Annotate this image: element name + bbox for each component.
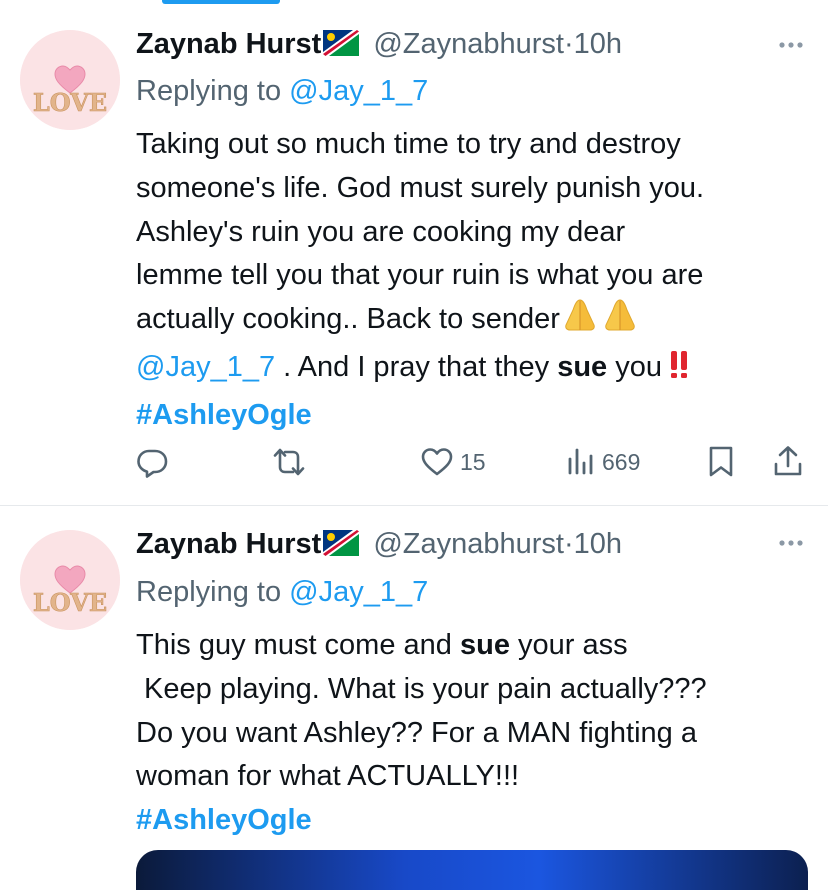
tweet-header: Zaynab Hurst @Zaynabhurst·10h [136, 24, 622, 64]
tweet-text-segment: This guy must come and [136, 629, 460, 661]
bold-word: sue [459, 629, 510, 661]
tweet-text-line: actually cooking.. Back to sender [136, 298, 816, 346]
heart-icon [420, 446, 454, 478]
reply-icon [136, 446, 168, 478]
repost-button[interactable] [272, 440, 312, 484]
like-button[interactable]: 15 [420, 440, 486, 484]
author-name[interactable]: Zaynab Hurst [136, 528, 321, 560]
separator-dot: · [563, 28, 574, 60]
tweet-text-line: Keep playing. What is your pain actually… [136, 672, 707, 705]
reply-mention-link[interactable]: @Jay_1_7 [289, 75, 428, 107]
namibia-flag-icon [323, 527, 360, 567]
tweet-text: This guy must come and sue your ass Keep… [136, 624, 816, 843]
tweet-text-segment: you [607, 350, 663, 383]
replying-to: Replying to @Jay_1_7 [136, 572, 428, 612]
mention-link[interactable]: @Jay_1_7 [136, 351, 275, 383]
tweet-text-line: @Jay_1_7 . And I pray that they sue you [136, 346, 816, 394]
share-icon [772, 445, 804, 479]
tweet-text-line: someone's life. God must surely punish y… [136, 171, 705, 204]
reply-button[interactable] [136, 440, 174, 484]
tweet-text-line: Taking out so much time to try and destr… [136, 128, 681, 160]
views-icon [566, 446, 596, 478]
author-handle[interactable]: @Zaynabhurst [373, 28, 564, 60]
tweet-header: Zaynab Hurst @Zaynabhurst·10h [136, 524, 622, 564]
tweet-text: Taking out so much time to try and destr… [136, 123, 816, 438]
views-count: 669 [602, 448, 641, 475]
repost-icon [272, 446, 306, 478]
author-name[interactable]: Zaynab Hurst [136, 28, 321, 60]
tweet-text-line: lemme tell you that your ruin is what yo… [136, 259, 704, 292]
hashtag-link[interactable]: #AshleyOgle [136, 394, 816, 438]
avatar[interactable]: LOVE [20, 30, 120, 130]
tweet-text-segment: your ass [509, 629, 628, 661]
svg-text:LOVE: LOVE [33, 88, 107, 117]
more-options-icon[interactable] [776, 30, 806, 60]
replying-to-label: Replying to [136, 576, 282, 608]
svg-text:LOVE: LOVE [33, 588, 107, 617]
like-count: 15 [460, 448, 486, 475]
bookmark-icon [706, 445, 736, 479]
more-options-icon[interactable] [776, 528, 806, 558]
tweet[interactable]: LOVE Zaynab Hurst @Zaynabhurst·10h Replyi… [0, 0, 828, 506]
tweet-text-line: Do you want Ashley?? For a MAN fighting … [136, 716, 697, 749]
praying-hands-icon [560, 298, 640, 346]
media-preview[interactable] [136, 850, 808, 890]
timestamp[interactable]: 10h [574, 528, 622, 560]
tweet-text-line: woman for what ACTUALLY!!! [136, 760, 520, 793]
tweet[interactable]: LOVE Zaynab Hurst @Zaynabhurst·10h Replyi… [0, 506, 828, 890]
tweet-text-line: Ashley's ruin you are cooking my dear [136, 215, 626, 248]
tweet-actions: 15 669 [136, 440, 816, 484]
avatar[interactable]: LOVE [20, 530, 120, 630]
tweet-text-line: This guy must come and sue your ass [136, 624, 816, 668]
bookmark-button[interactable] [706, 440, 736, 484]
tweet-text-segment: . And I pray that they [275, 350, 558, 383]
share-button[interactable] [772, 440, 804, 484]
views-button[interactable]: 669 [566, 440, 640, 484]
namibia-flag-icon [323, 27, 360, 67]
double-exclamation-icon [662, 348, 696, 394]
hashtag-link[interactable]: #AshleyOgle [136, 799, 816, 843]
bold-word: sue [557, 350, 608, 383]
replying-to: Replying to @Jay_1_7 [136, 71, 428, 111]
separator-dot: · [563, 528, 574, 560]
replying-to-label: Replying to [136, 75, 282, 107]
reply-mention-link[interactable]: @Jay_1_7 [289, 576, 428, 608]
timestamp[interactable]: 10h [574, 28, 622, 60]
tweet-text-segment: actually cooking.. Back to sender [136, 303, 560, 336]
author-handle[interactable]: @Zaynabhurst [373, 528, 564, 560]
